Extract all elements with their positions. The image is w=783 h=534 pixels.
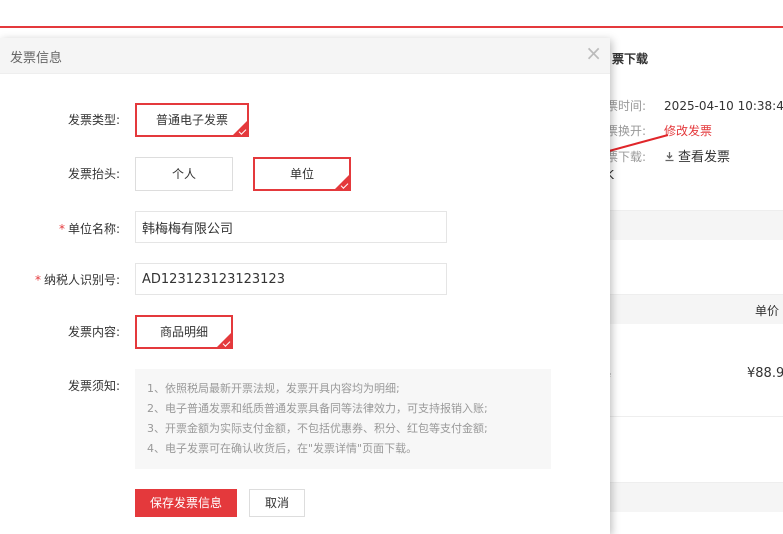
option-company[interactable]: 单位	[253, 157, 351, 191]
option-e-invoice[interactable]: 普通电子发票	[135, 103, 249, 137]
company-name-label-text: 单位名称:	[67, 222, 120, 236]
invoice-content-label: 发票内容:	[67, 325, 120, 339]
invoice-header-label: 发票抬头:	[67, 167, 120, 181]
tax-id-input[interactable]	[135, 263, 447, 295]
invoice-notice-box: 1、依照税局最新开票法规，发票开具内容均为明细; 2、电子普通发票和纸质普通发票…	[135, 369, 551, 469]
tax-id-label-text: 纳税人识别号:	[43, 273, 120, 287]
invoice-download-title: 票下载	[612, 52, 649, 66]
required-mark: *	[58, 222, 65, 236]
dialog-header: 发票信息 ×	[0, 38, 610, 74]
tax-id-label: * 纳税人识别号:	[0, 271, 120, 288]
invoice-time-row: 票时间: 2025-04-10 10:38:43	[606, 97, 783, 114]
footer-strip	[606, 482, 783, 512]
option-company-label: 单位	[289, 167, 314, 181]
close-icon[interactable]: ×	[585, 43, 602, 63]
cancel-button[interactable]: 取消	[249, 489, 305, 517]
invoice-info-dialog: 发票信息 × 发票类型: 普通电子发票 发票抬头: 个人 单位 *单位名称: *…	[0, 38, 610, 534]
section-strip	[606, 210, 783, 240]
option-e-invoice-label: 普通电子发票	[155, 113, 228, 127]
option-personal[interactable]: 个人	[135, 157, 233, 191]
notice-line: 1、依照税局最新开票法规，发票开具内容均为明细;	[147, 382, 400, 395]
unit-price-value: ¥88.9	[747, 366, 783, 381]
notice-line: 4、电子发票可在确认收货后，在"发票详情"页面下载。	[147, 442, 418, 455]
invoice-time-label: 票时间:	[606, 99, 647, 113]
company-name-input[interactable]	[135, 211, 447, 243]
option-personal-label: 个人	[171, 167, 196, 181]
company-name-label: * 单位名称:	[0, 220, 120, 237]
option-item-details-label: 商品明细	[159, 325, 208, 339]
save-invoice-button[interactable]: 保存发票信息	[135, 489, 237, 517]
notice-line: 2、电子普通发票和纸质普通发票具备同等法律效力，可支持报销入账;	[147, 402, 488, 415]
option-item-details[interactable]: 商品明细	[135, 315, 233, 349]
required-mark: *	[34, 273, 41, 287]
unit-price-header: 单价	[755, 304, 780, 318]
top-bar	[0, 0, 783, 28]
invoice-time-value: 2025-04-10 10:38:43	[664, 99, 783, 113]
invoice-notice-label: 发票须知:	[67, 379, 120, 393]
dialog-title: 发票信息	[10, 51, 63, 66]
notice-line: 3、开票金额为实际支付金额，不包括优惠券、积分、红包等支付金额;	[147, 422, 488, 435]
invoice-type-label: 发票类型:	[67, 113, 120, 127]
row-divider	[606, 416, 783, 417]
